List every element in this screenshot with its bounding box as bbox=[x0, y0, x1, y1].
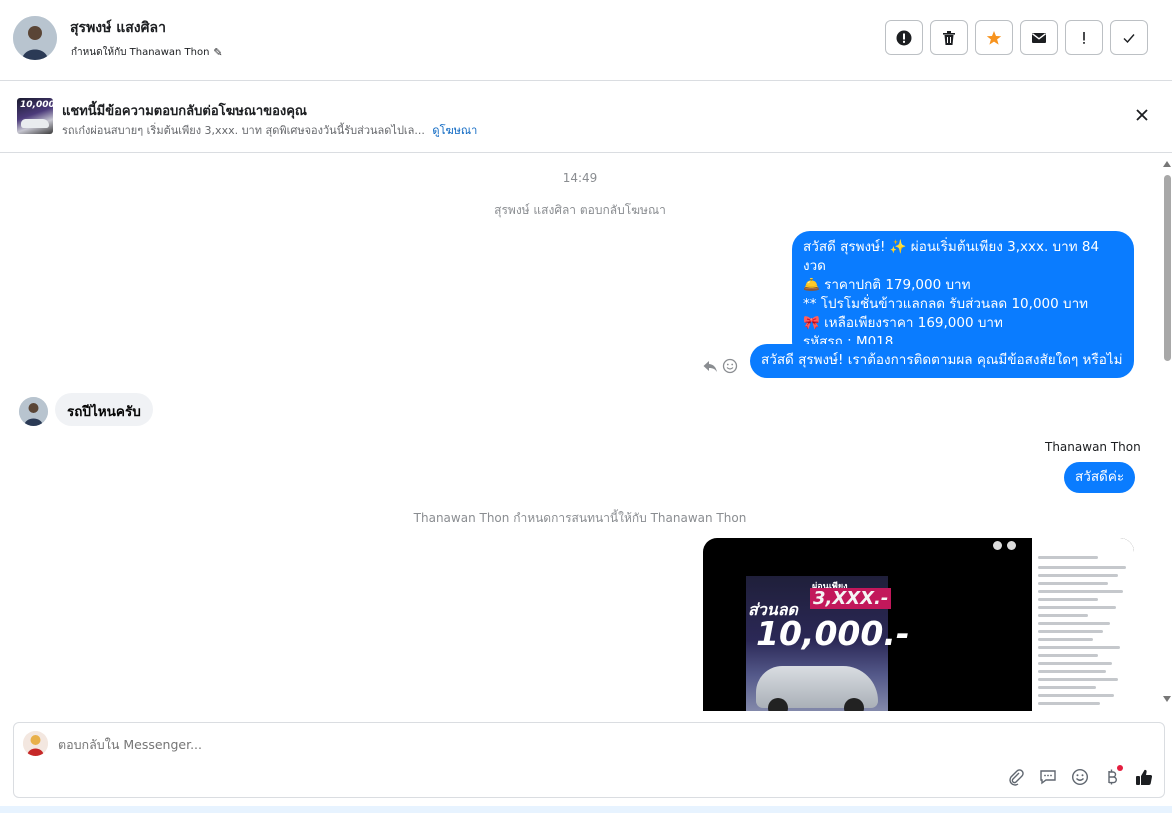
page-avatar bbox=[23, 731, 48, 756]
ad-reply-banner: 10,000 แชทนี้มีข้อความตอบกลับต่อโฆษณาของ… bbox=[0, 81, 1172, 153]
message-timestamp: 14:49 bbox=[562, 171, 598, 185]
message-line: 🛎️ ราคาปกติ 179,000 บาท bbox=[803, 277, 971, 293]
outgoing-message[interactable]: สวัสดี สุรพงษ์! เราต้องการติดตามผล คุณมี… bbox=[750, 344, 1134, 378]
conversation-header: สุรพงษ์ แสงศิลา กำหนดให้กับ Thanawan Tho… bbox=[0, 0, 1172, 81]
media-controls bbox=[993, 541, 1016, 550]
payment-button[interactable] bbox=[1101, 765, 1123, 787]
assignment-text: กำหนดให้กับ Thanawan Thon bbox=[71, 47, 210, 58]
message-composer bbox=[13, 722, 1165, 798]
delete-button[interactable] bbox=[930, 20, 968, 55]
message-line: ** โปรโมชั่นข้าวแลกลด รับส่วนลด 10,000 บ… bbox=[803, 296, 1089, 312]
pencil-icon[interactable]: ✎ bbox=[213, 46, 222, 59]
assignment-label[interactable]: กำหนดให้กับ Thanawan Thon ✎ bbox=[71, 45, 223, 60]
scrollbar-thumb[interactable] bbox=[1164, 175, 1171, 361]
ad-reply-note: สุรพงษ์ แสงศิลา ตอบกลับโฆษณา bbox=[494, 203, 666, 217]
zoom-icon[interactable] bbox=[993, 541, 1002, 550]
ad-banner-description: รถเก๋งผ่อนสบายๆ เริ่มต้นเพียง 3,xxx. บาท… bbox=[62, 124, 425, 137]
notification-dot bbox=[1117, 765, 1123, 771]
video-attachment[interactable]: ผ่อนเพียง 3,XXX.- ส่วนลด 10,000.- bbox=[703, 538, 1134, 711]
close-banner-button[interactable] bbox=[1132, 105, 1152, 125]
scroll-down-arrow[interactable] bbox=[1163, 696, 1171, 702]
trash-icon bbox=[943, 30, 955, 45]
car-image bbox=[21, 119, 49, 128]
ad-banner-subtitle: รถเก๋งผ่อนสบายๆ เริ่มต้นเพียง 3,xxx. บาท… bbox=[62, 121, 477, 139]
exclamation-icon bbox=[1083, 31, 1085, 44]
message-thread[interactable]: 14:49 สุรพงษ์ แสงศิลา ตอบกลับโฆษณา สวัสด… bbox=[0, 153, 1172, 711]
view-ad-link[interactable]: ดูโฆษณา bbox=[432, 124, 477, 137]
contact-avatar[interactable] bbox=[13, 16, 57, 60]
mail-icon bbox=[1032, 32, 1046, 43]
thumbs-up-icon bbox=[1135, 769, 1152, 785]
message-hover-tools bbox=[702, 358, 738, 374]
react-emoji-icon[interactable] bbox=[722, 358, 738, 374]
outgoing-message[interactable]: สวัสดี สุรพงษ์! ✨ ผ่อนเริ่มต้นเพียง 3,xx… bbox=[792, 231, 1134, 360]
car-wheel bbox=[768, 698, 788, 711]
follow-up-button[interactable] bbox=[1065, 20, 1103, 55]
ad-banner-title: แชทนี้มีข้อความตอบกลับต่อโฆษณาของคุณ bbox=[62, 104, 307, 119]
reply-icon[interactable] bbox=[702, 358, 718, 374]
contact-avatar-small[interactable] bbox=[19, 397, 48, 426]
settings-icon[interactable] bbox=[1007, 541, 1016, 550]
poster-text: 3,XXX.- bbox=[810, 588, 892, 609]
saved-replies-button[interactable] bbox=[1037, 766, 1058, 787]
emoji-button[interactable] bbox=[1069, 766, 1090, 787]
conversation-actions bbox=[885, 20, 1148, 55]
assignment-note: Thanawan Thon กำหนดการสนทนานี้ให้กับ Tha… bbox=[413, 511, 747, 525]
reply-input[interactable] bbox=[58, 737, 958, 752]
chat-scrollbar[interactable] bbox=[1160, 153, 1172, 711]
emoji-icon bbox=[1071, 768, 1088, 785]
poster-text: 10,000.- bbox=[756, 614, 910, 653]
message-line: 🎀 เหลือเพียงราคา 169,000 บาท bbox=[803, 315, 1003, 331]
alert-circle-icon bbox=[896, 30, 912, 45]
contact-name[interactable]: สุรพงษ์ แสงศิลา bbox=[70, 17, 166, 39]
car-wheel bbox=[844, 698, 864, 711]
star-button[interactable] bbox=[975, 20, 1013, 55]
star-icon bbox=[986, 30, 1002, 45]
attach-button[interactable] bbox=[1005, 766, 1026, 787]
ad-thumbnail[interactable]: 10,000 bbox=[17, 98, 53, 134]
sender-name: Thanawan Thon bbox=[1045, 440, 1141, 454]
window-bottom-strip bbox=[0, 806, 1172, 813]
close-icon bbox=[1136, 109, 1148, 121]
post-preview-panel bbox=[1032, 538, 1134, 711]
chat-bubble-icon bbox=[1039, 769, 1056, 784]
ad-thumbnail-text: 10,000 bbox=[20, 100, 53, 110]
ad-poster-image: ผ่อนเพียง 3,XXX.- ส่วนลด 10,000.- bbox=[746, 576, 910, 711]
spam-button[interactable] bbox=[885, 20, 923, 55]
scroll-up-arrow[interactable] bbox=[1163, 161, 1171, 167]
composer-toolbar bbox=[1005, 765, 1154, 787]
mark-done-button[interactable] bbox=[1110, 20, 1148, 55]
mark-unread-button[interactable] bbox=[1020, 20, 1058, 55]
check-icon bbox=[1123, 33, 1135, 43]
incoming-message[interactable]: รถปีไหนครับ bbox=[55, 393, 153, 426]
paperclip-icon bbox=[1008, 768, 1024, 786]
outgoing-message[interactable]: สวัสดีค่ะ bbox=[1064, 462, 1136, 493]
like-button[interactable] bbox=[1133, 766, 1154, 787]
message-line: สวัสดี สุรพงษ์! ✨ ผ่อนเริ่มต้นเพียง 3,xx… bbox=[803, 239, 1100, 274]
